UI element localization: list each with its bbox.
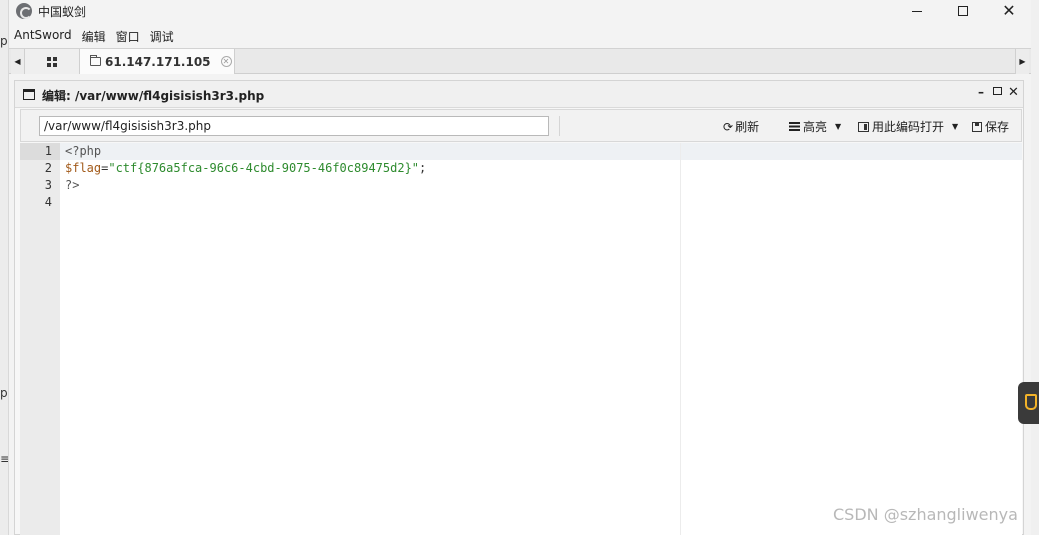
- chevron-right-icon: ▶: [1019, 57, 1026, 66]
- editor-panel-title: 编辑: /var/www/fl4gisisish3r3.php: [42, 89, 265, 103]
- encoding-label: 用此编码打开: [872, 120, 945, 134]
- background-text: p: [0, 386, 8, 400]
- php-close-tag: ?>: [65, 178, 80, 192]
- floating-side-widget[interactable]: [1018, 382, 1039, 424]
- print-margin: [680, 143, 681, 535]
- menu-window[interactable]: 窗口: [111, 26, 145, 46]
- menu-edit[interactable]: 编辑: [77, 26, 111, 46]
- line-number: 1: [44, 144, 52, 158]
- open-with-encoding-dropdown[interactable]: 用此编码打开 ▼: [858, 118, 958, 135]
- tab-server-label: 61.147.171.105: [105, 54, 211, 69]
- folder-icon: [90, 55, 101, 66]
- active-line-highlight: [20, 143, 1022, 160]
- editor-toolbar: ⟳ 刷新 高亮 ▼ 用此编码打开 ▼ 保存: [20, 109, 1022, 142]
- save-icon: [972, 121, 982, 132]
- window-icon: [23, 89, 35, 100]
- title-bar: 中国蚁剑 ✕: [9, 0, 1031, 24]
- background-text: ≡: [0, 452, 8, 466]
- maximize-icon: [958, 6, 968, 16]
- close-icon: ✕: [1002, 1, 1016, 20]
- tab-server[interactable]: 61.147.171.105 ✕: [80, 49, 235, 74]
- shield-icon: [1025, 394, 1037, 410]
- save-label: 保存: [985, 120, 1010, 134]
- code-line: ?>: [65, 177, 79, 194]
- code-variable: $flag: [65, 161, 102, 175]
- menu-antsword[interactable]: AntSword: [9, 26, 77, 46]
- editor-panel-header: 编辑: /var/www/fl4gisisish3r3.php – ✕: [15, 81, 1023, 108]
- chevron-down-icon: ▼: [952, 122, 959, 131]
- tab-close-icon[interactable]: ✕: [220, 56, 232, 67]
- code-editor[interactable]: 1 2 3 4 <?php $flag="ctf{876a5fca-96c6-4…: [20, 143, 1022, 535]
- highlight-dropdown[interactable]: 高亮 ▼: [789, 118, 841, 135]
- tab-bar: ◀ 61.147.171.105 ✕ ▶: [9, 48, 1031, 74]
- tab-home[interactable]: [25, 49, 80, 74]
- line-number: 2: [44, 161, 52, 175]
- refresh-button[interactable]: ⟳ 刷新: [723, 118, 759, 135]
- antsword-window: 中国蚁剑 ✕ AntSword 编辑 窗口 调试 ◀ 61.147.171.10…: [9, 0, 1031, 535]
- minimize-icon: [912, 10, 922, 12]
- refresh-label: 刷新: [735, 120, 760, 134]
- encoding-icon: [858, 121, 869, 132]
- minimize-button[interactable]: [895, 0, 939, 22]
- maximize-button[interactable]: [941, 0, 985, 22]
- watermark: CSDN @szhangliwenya: [833, 505, 1018, 524]
- close-button[interactable]: ✕: [987, 0, 1031, 22]
- editor-panel: 编辑: /var/www/fl4gisisish3r3.php – ✕ ⟳ 刷新…: [14, 80, 1024, 535]
- line-number: 4: [44, 195, 52, 209]
- code-string: "ctf{876a5fca-96c6-4cbd-9075-46f0c89475d…: [108, 161, 420, 175]
- menu-bar: AntSword 编辑 窗口 调试: [9, 26, 179, 46]
- save-button[interactable]: 保存: [972, 118, 1009, 135]
- panel-minimize-button[interactable]: –: [978, 85, 984, 99]
- panel-restore-button[interactable]: [993, 87, 1002, 95]
- file-path-input[interactable]: [39, 116, 549, 136]
- antsword-logo-icon: [16, 3, 32, 19]
- php-open-tag: <?php: [65, 144, 102, 158]
- grid-icon: [47, 56, 57, 67]
- chevron-left-icon: ◀: [14, 57, 21, 66]
- menu-debug[interactable]: 调试: [145, 26, 179, 46]
- code-semicolon: ;: [419, 161, 427, 175]
- background-window: p p ≡: [0, 0, 9, 535]
- window-title: 中国蚁剑: [38, 5, 87, 19]
- code-line: $flag="ctf{876a5fca-96c6-4cbd-9075-46f0c…: [65, 160, 426, 177]
- tab-scroll-left-button[interactable]: ◀: [11, 49, 25, 74]
- toolbar-divider: [559, 116, 560, 136]
- code-line: <?php: [65, 143, 101, 160]
- line-number: 3: [44, 178, 52, 192]
- chevron-down-icon: ▼: [835, 122, 842, 131]
- panel-close-button[interactable]: ✕: [1008, 85, 1019, 100]
- list-icon: [789, 122, 800, 131]
- background-text: p: [0, 34, 8, 48]
- highlight-label: 高亮: [803, 120, 828, 134]
- refresh-icon: ⟳: [723, 119, 734, 134]
- tab-scroll-right-button[interactable]: ▶: [1015, 49, 1029, 74]
